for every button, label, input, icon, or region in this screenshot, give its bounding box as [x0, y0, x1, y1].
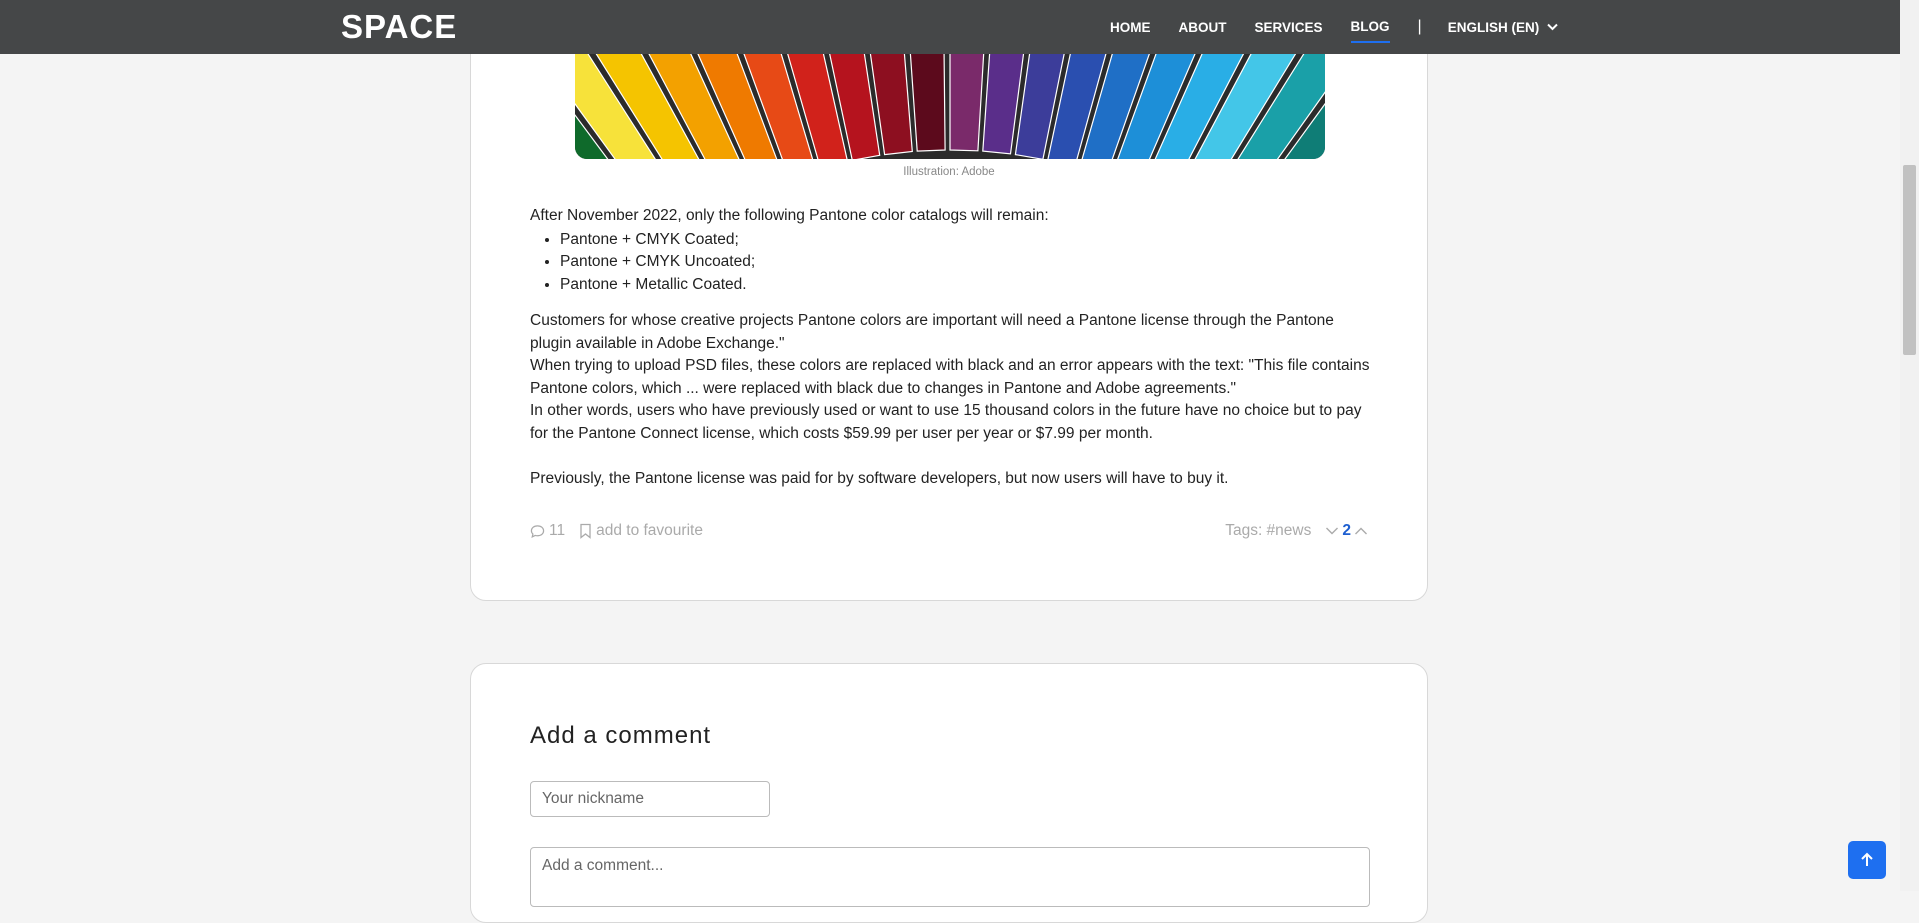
nickname-input[interactable]	[530, 781, 770, 817]
article-body: After November 2022, only the following …	[530, 205, 1370, 490]
image-caption: Illustration: Adobe	[903, 166, 995, 178]
chevron-down-icon	[1547, 23, 1558, 31]
comments-link[interactable]: 11	[530, 522, 565, 540]
rating-count: 2	[1342, 522, 1351, 539]
nav-home[interactable]: HOME	[1110, 20, 1151, 42]
article-intro: After November 2022, only the following …	[530, 207, 1049, 224]
article-paragraph: When trying to upload PSD files, these c…	[530, 357, 1370, 397]
list-item: Pantone + Metallic Coated.	[560, 274, 1370, 297]
comments-count: 11	[549, 522, 566, 539]
nav-about[interactable]: ABOUT	[1179, 20, 1227, 42]
top-navbar: SPACE HOME ABOUT SERVICES BLOG | ENGLISH…	[0, 0, 1900, 54]
language-label: ENGLISH (EN)	[1447, 19, 1540, 35]
comment-section-title: Add a comment	[530, 722, 712, 749]
language-selector[interactable]: ENGLISH (EN)	[1448, 20, 1559, 42]
nav-services[interactable]: SERVICES	[1255, 20, 1323, 42]
comment-textarea[interactable]	[530, 847, 1370, 907]
catalog-list: Pantone + CMYK Coated; Pantone + CMYK Un…	[530, 229, 1370, 297]
article-paragraph: Customers for whose creative projects Pa…	[530, 312, 1334, 352]
nav-separator: |	[1417, 18, 1422, 35]
article-paragraph: In other words, users who have previousl…	[530, 402, 1362, 442]
bookmark-icon	[580, 523, 591, 539]
site-logo[interactable]: SPACE	[341, 8, 457, 46]
tags-link[interactable]: Tags: #news	[1225, 522, 1311, 540]
page-scrollbar[interactable]	[1900, 0, 1919, 891]
rating-widget: 2	[1325, 522, 1368, 540]
back-to-top-button[interactable]	[1848, 841, 1886, 879]
chevron-down-icon[interactable]	[1325, 526, 1339, 536]
post-meta-bar: 11 add to favourite Tags: #news 2	[530, 520, 1368, 542]
chevron-up-icon[interactable]	[1354, 526, 1368, 536]
speech-bubble-icon	[530, 524, 545, 538]
arrow-up-icon	[1861, 852, 1873, 866]
post-meta-right: Tags: #news 2	[1225, 522, 1368, 540]
scrollbar-thumb[interactable]	[1903, 165, 1916, 355]
main-nav: HOME ABOUT SERVICES BLOG | ENGLISH (EN)	[1110, 18, 1558, 43]
favourite-label: add to favourite	[596, 522, 703, 539]
article-paragraph: Previously, the Pantone license was paid…	[530, 469, 1229, 487]
list-item: Pantone + CMYK Uncoated;	[560, 251, 1370, 274]
list-item: Pantone + CMYK Coated;	[560, 229, 1370, 252]
add-to-favourite-button[interactable]: add to favourite	[579, 522, 703, 540]
nav-blog[interactable]: BLOG	[1350, 19, 1390, 43]
